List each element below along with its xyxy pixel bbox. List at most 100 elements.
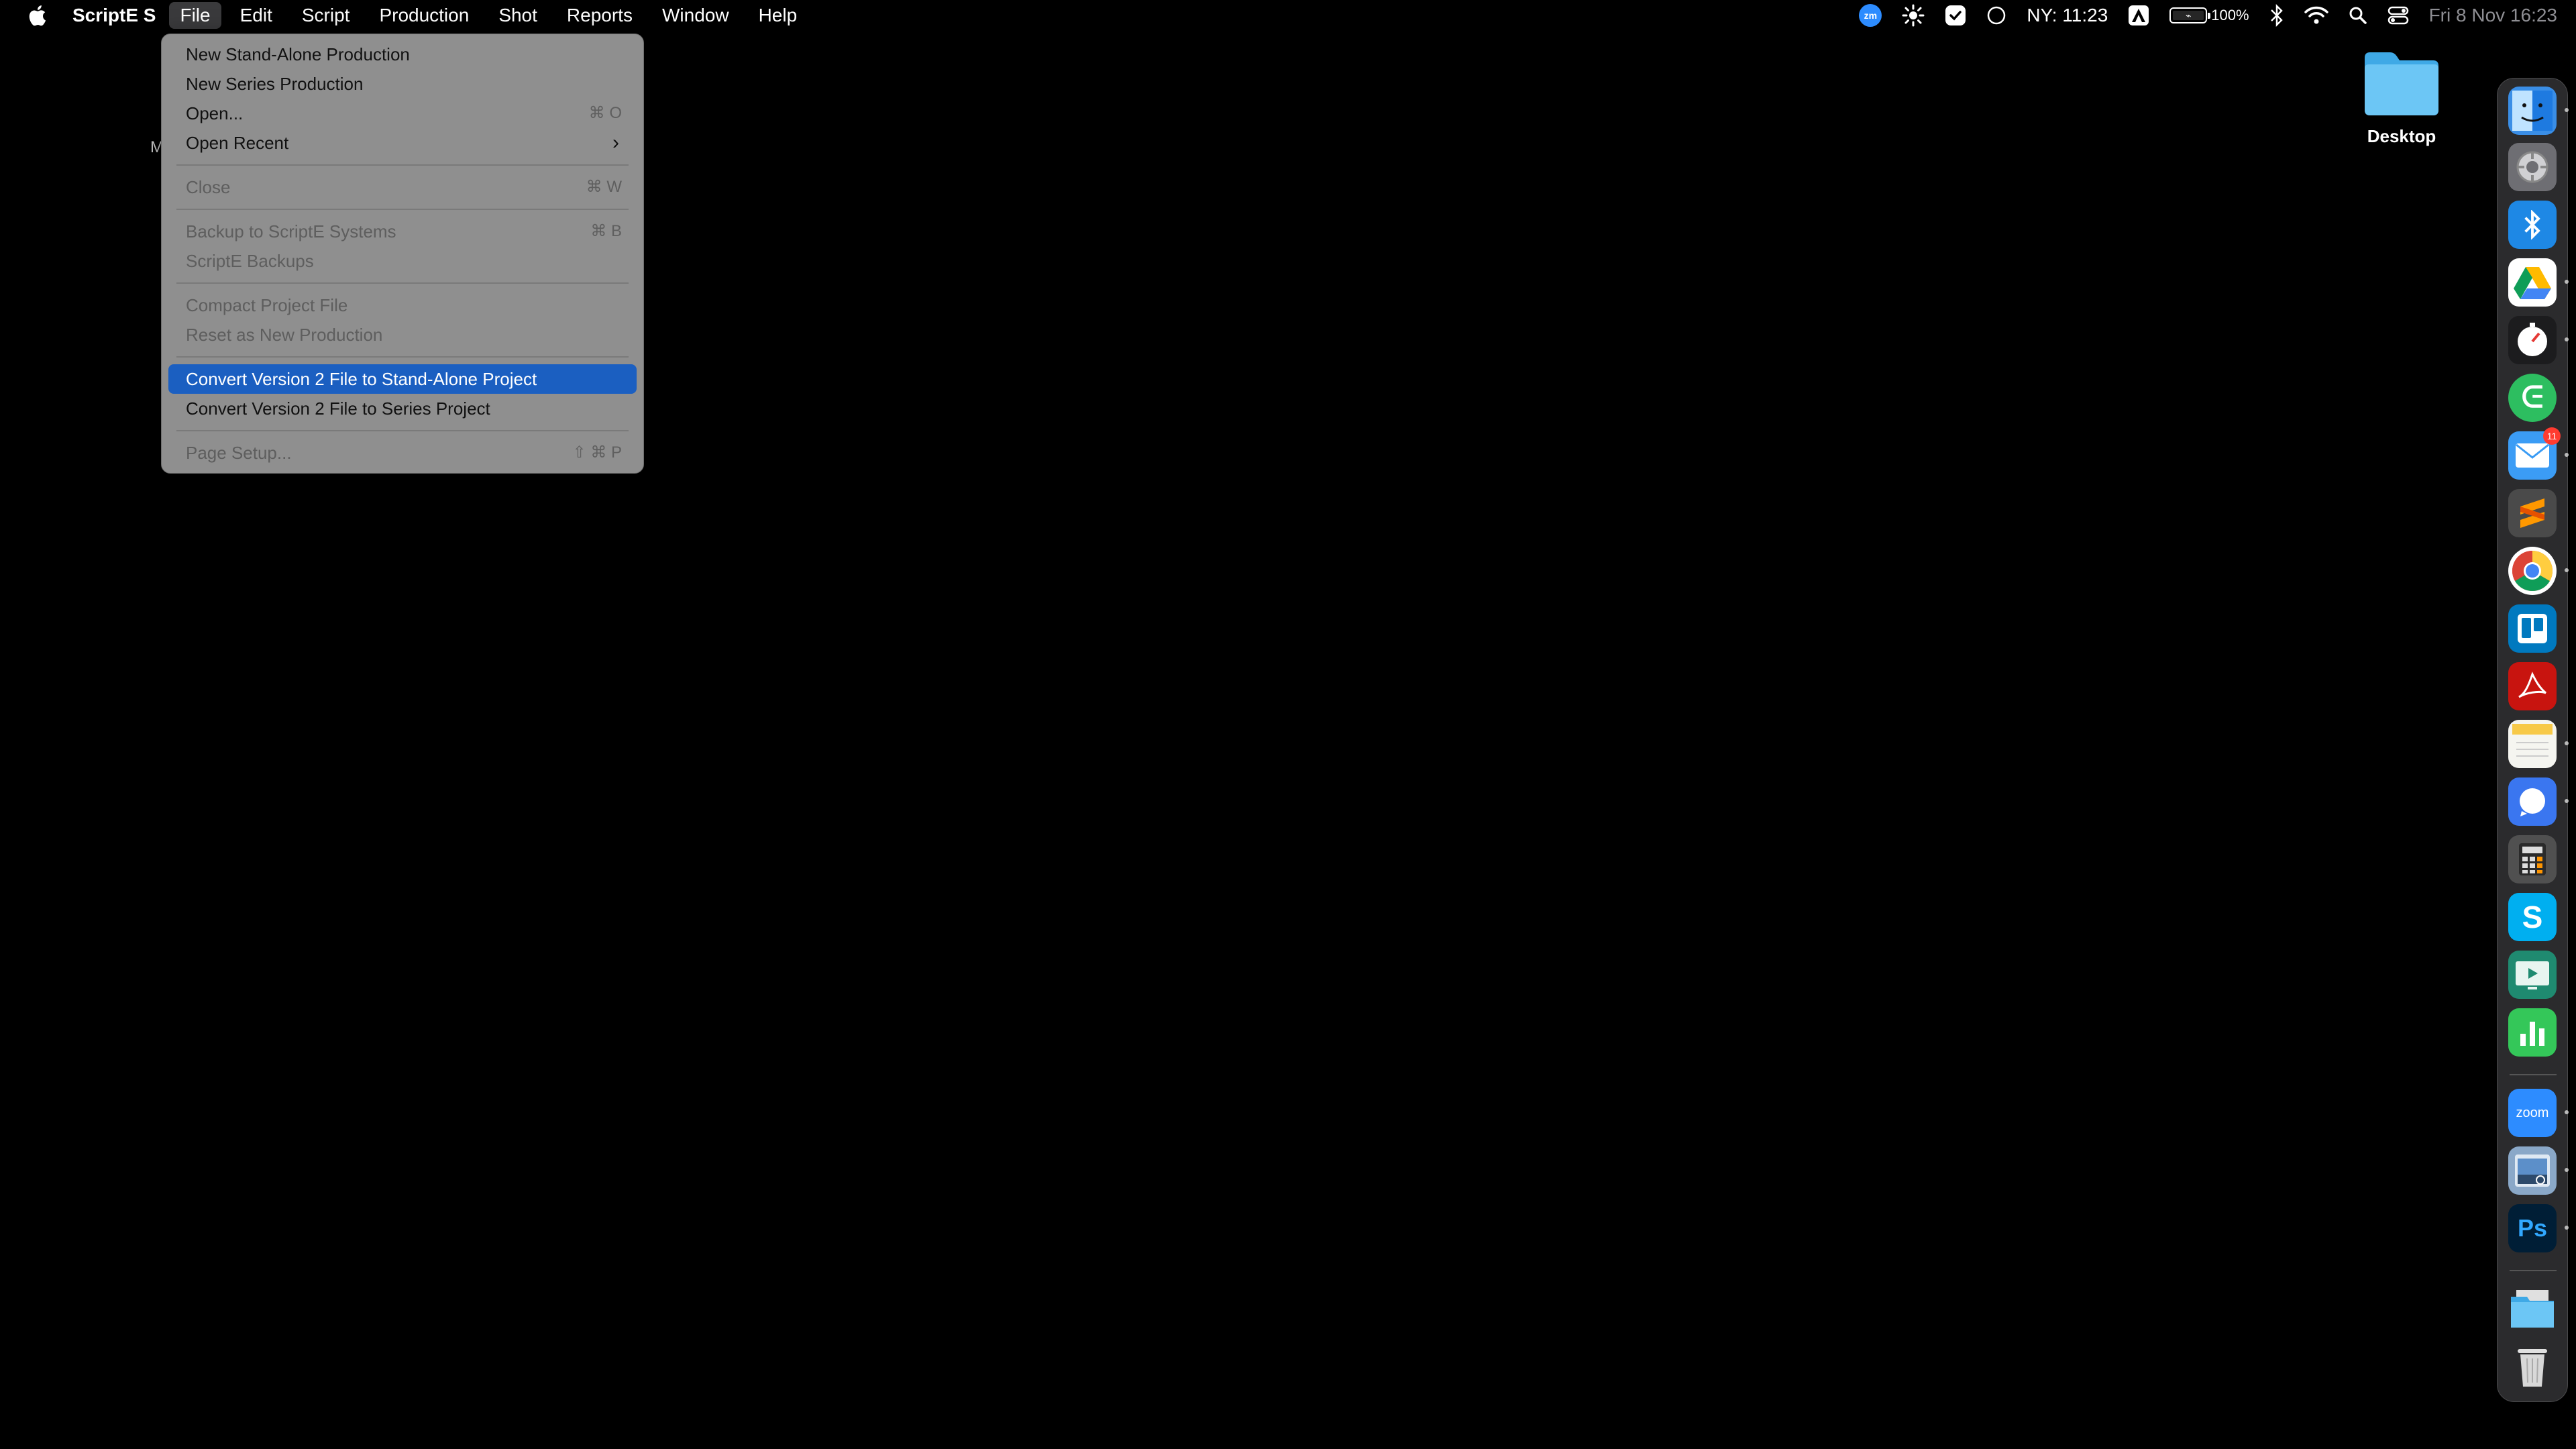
numbers-icon[interactable] (2508, 1008, 2557, 1057)
running-indicator (2565, 1110, 2569, 1114)
menu-item-label: New Series Production (186, 74, 364, 94)
menu-window[interactable]: Window (651, 2, 740, 29)
wifi-icon[interactable] (2304, 0, 2328, 31)
circle-status-icon[interactable] (1986, 0, 2006, 31)
calculator-icon[interactable] (2508, 835, 2557, 883)
bluetooth-icon[interactable] (2269, 0, 2284, 31)
menu-separator (176, 356, 629, 358)
menu-item-label: Open Recent (186, 133, 289, 153)
menu-item-label: Open... (186, 103, 244, 123)
menu-item-convert-to-standalone[interactable]: Convert Version 2 File to Stand-Alone Pr… (168, 364, 637, 394)
menu-item-label: Convert Version 2 File to Series Project (186, 398, 490, 419)
dock: ᕮ 11 S zoom Ps (2497, 78, 2569, 1402)
trash-icon[interactable] (2508, 1342, 2557, 1391)
menu-item-convert-to-series[interactable]: Convert Version 2 File to Series Project (168, 394, 637, 423)
menu-separator (176, 164, 629, 166)
menu-separator (176, 282, 629, 284)
control-center-icon[interactable] (2387, 0, 2409, 31)
photoshop-label: Ps (2517, 1214, 2548, 1242)
spotlight-search-icon[interactable] (2349, 0, 2367, 31)
acrobat-icon[interactable] (2508, 662, 2557, 710)
brightness-icon[interactable] (1902, 0, 1925, 31)
running-indicator (2565, 568, 2569, 572)
sublime-text-icon[interactable] (2508, 489, 2557, 537)
menu-separator (176, 209, 629, 210)
shortcut-label: ⌘ B (590, 222, 622, 240)
menu-bar: ScriptE S File Edit Script Production Sh… (0, 0, 2576, 31)
apple-menu-icon[interactable] (24, 3, 50, 28)
menu-item-close: Close ⌘ W (168, 172, 637, 202)
menu-item-label: Backup to ScriptE Systems (186, 221, 396, 241)
running-indicator (2565, 280, 2569, 284)
skype-icon[interactable]: S (2508, 893, 2557, 941)
signal-icon[interactable] (2508, 777, 2569, 826)
dock-separator (2510, 1074, 2557, 1075)
chevron-right-icon: › (612, 131, 619, 154)
running-indicator (2565, 1226, 2569, 1230)
system-settings-icon[interactable] (2508, 143, 2557, 191)
menu-item-scripte-backups: ScriptE Backups (168, 246, 637, 276)
zoom-label: zoom (2516, 1105, 2549, 1120)
menu-item-open[interactable]: Open... ⌘ O (168, 99, 637, 128)
menu-item-label: Close (186, 177, 231, 197)
mail-icon[interactable]: 11 (2508, 427, 2569, 480)
running-indicator (2565, 108, 2569, 112)
menu-reports[interactable]: Reports (556, 2, 643, 29)
zoom-icon[interactable]: zoom (2508, 1089, 2569, 1137)
menu-item-label: Reset as New Production (186, 325, 383, 345)
menu-item-backup-to-scripte-systems: Backup to ScriptE Systems ⌘ B (168, 217, 637, 246)
running-indicator (2565, 799, 2569, 803)
adobe-status-icon[interactable] (2128, 0, 2149, 31)
evernote-icon[interactable]: ᕮ (2508, 374, 2557, 422)
menu-item-label: Compact Project File (186, 295, 348, 315)
menu-item-new-series-production[interactable]: New Series Production (168, 69, 637, 99)
menu-file[interactable]: File (169, 2, 221, 29)
running-indicator (2565, 337, 2569, 341)
battery-icon: ⌁ (2169, 7, 2211, 23)
menu-help[interactable]: Help (748, 2, 808, 29)
menu-item-label: New Stand-Alone Production (186, 44, 410, 64)
menu-script[interactable]: Script (291, 2, 361, 29)
app-name-menu[interactable]: ScriptE S (72, 5, 156, 26)
menu-item-new-standalone-production[interactable]: New Stand-Alone Production (168, 40, 637, 69)
menu-item-label: ScriptE Backups (186, 251, 314, 271)
menubar-clock[interactable]: Fri 8 Nov 16:23 (2429, 0, 2557, 31)
desktop-folder-label: Desktop (2367, 126, 2436, 146)
running-indicator (2565, 1168, 2569, 1172)
shortcut-label: ⌘ O (588, 104, 622, 122)
battery-indicator[interactable]: ⌁ 100% (2169, 0, 2249, 31)
menu-item-page-setup: Page Setup... ⇧ ⌘ P (168, 438, 637, 468)
chrome-icon[interactable] (2508, 547, 2569, 595)
trello-icon[interactable] (2508, 604, 2557, 653)
menu-item-reset-as-new-production: Reset as New Production (168, 320, 637, 350)
unread-badge: 11 (2543, 427, 2561, 445)
downloads-folder-icon[interactable] (2508, 1285, 2557, 1333)
running-indicator (2565, 741, 2569, 745)
google-drive-icon[interactable] (2508, 258, 2569, 307)
bluetooth-exchange-icon[interactable] (2508, 201, 2557, 249)
shortcut-label: ⇧ ⌘ P (572, 443, 622, 462)
menu-shot[interactable]: Shot (488, 2, 548, 29)
folder-icon (2361, 48, 2443, 118)
menu-item-compact-project-file: Compact Project File (168, 290, 637, 320)
world-clock[interactable]: NY: 11:23 (2027, 0, 2108, 31)
desktop-folder[interactable]: Desktop (2345, 48, 2458, 147)
screen-recorder-icon[interactable] (2508, 951, 2557, 999)
zoom-status-icon[interactable]: zm (1859, 0, 1882, 31)
timer-icon[interactable] (2508, 316, 2569, 364)
menu-edit[interactable]: Edit (229, 2, 283, 29)
file-menu-dropdown: New Stand-Alone Production New Series Pr… (161, 34, 644, 474)
shortcut-label: ⌘ W (586, 178, 622, 196)
running-indicator (2565, 453, 2569, 457)
checkmark-app-icon[interactable] (1945, 0, 1966, 31)
menu-production[interactable]: Production (368, 2, 480, 29)
menu-item-label: Page Setup... (186, 443, 292, 463)
finder-icon[interactable] (2508, 87, 2569, 135)
menu-item-label: Convert Version 2 File to Stand-Alone Pr… (186, 369, 537, 389)
preview-icon[interactable] (2508, 1146, 2569, 1195)
dock-separator (2510, 1270, 2557, 1271)
notes-icon[interactable] (2508, 720, 2569, 768)
menu-separator (176, 430, 629, 431)
photoshop-icon[interactable]: Ps (2508, 1204, 2569, 1252)
menu-item-open-recent[interactable]: Open Recent › (168, 128, 637, 158)
